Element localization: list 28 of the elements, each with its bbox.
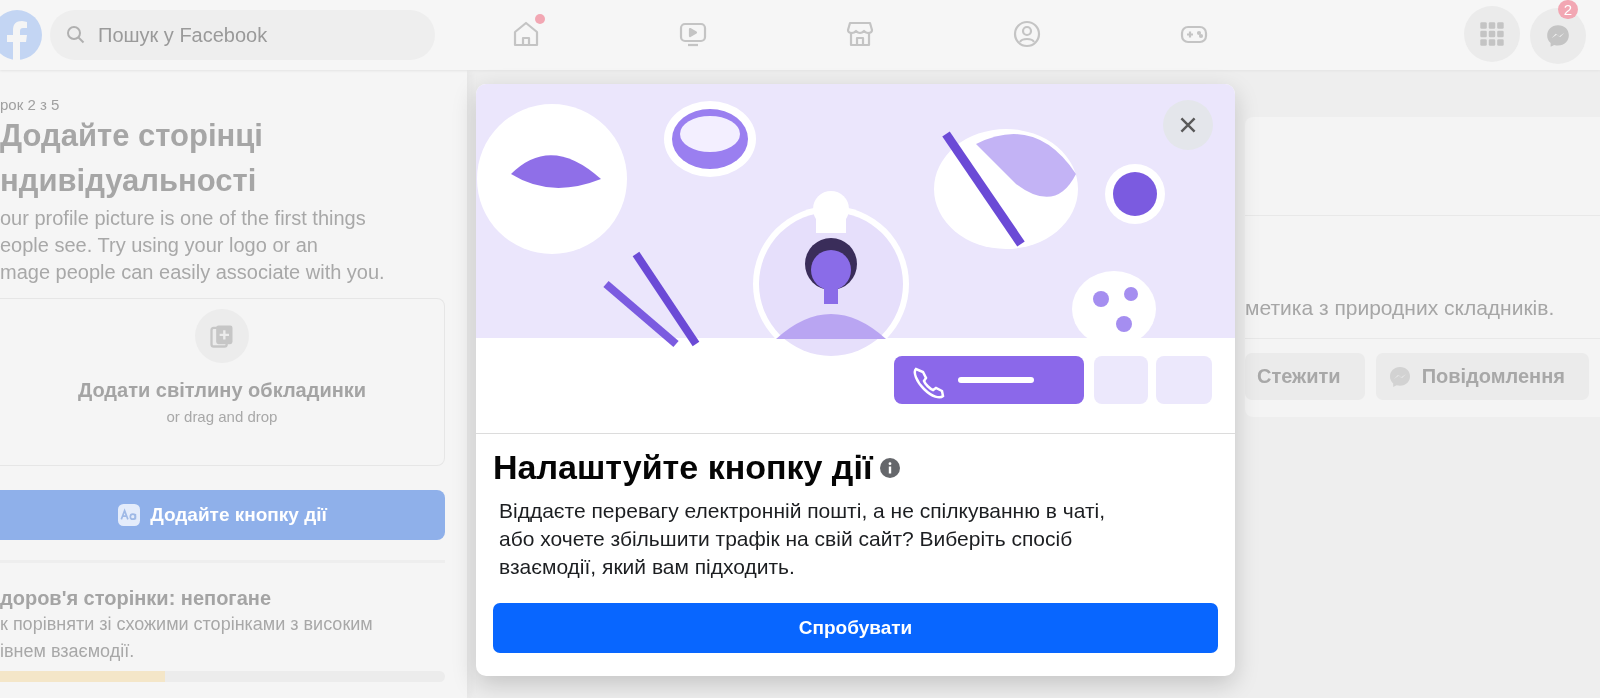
page-health-title: доров'я сторінки: непогане [0, 586, 273, 611]
page-health-description: івнем взаємодії. [0, 640, 136, 663]
panel-title: ндивідуальності [0, 162, 258, 200]
step-label: рок 2 з 5 [0, 96, 61, 113]
page-health-description: к порівняти зі схожими сторінками з високим [0, 613, 374, 636]
search-icon [66, 25, 86, 45]
grid-menu-icon [1479, 21, 1505, 47]
notification-dot [535, 14, 545, 24]
facebook-logo[interactable] [0, 10, 42, 60]
try-button[interactable]: Спробувати [493, 603, 1218, 653]
panel-description: eople see. Try using your logo or an [0, 233, 319, 258]
messenger-icon [1545, 23, 1571, 49]
dialog-description: Віддаєте перевагу електронній пошті, а не спілкуванню в чаті, або хочете збільшити трафік на свій сайт? Виберіть спосіб взаємодії, який вам підходить. [499, 498, 1107, 580]
cover-upload-area[interactable]: Додати світлину обкладинки or drag and drop [0, 298, 445, 466]
message-button[interactable]: Повідомлення [1375, 353, 1589, 400]
add-action-button[interactable]: Додайте кнопку дії [0, 490, 445, 540]
text-icon [118, 504, 141, 526]
info-icon[interactable] [880, 457, 901, 478]
panel-description: our profile picture is one of the first things [0, 206, 367, 231]
panel-description: mage people can easily associate with you. [0, 260, 386, 285]
dialog-title: Налаштуйте кнопку дії [493, 448, 873, 487]
panel-title: Додайте сторінці [0, 117, 264, 155]
follow-button[interactable]: Стежити [1245, 353, 1365, 400]
cover-upload-title: Додати світлину обкладинки [77, 379, 367, 402]
cover-upload-hint: or drag and drop [166, 408, 278, 425]
about-text: метика з природних складників. [1245, 296, 1556, 320]
search-field[interactable]: Пошук у Facebook [50, 10, 435, 60]
messenger-icon [1387, 364, 1412, 389]
